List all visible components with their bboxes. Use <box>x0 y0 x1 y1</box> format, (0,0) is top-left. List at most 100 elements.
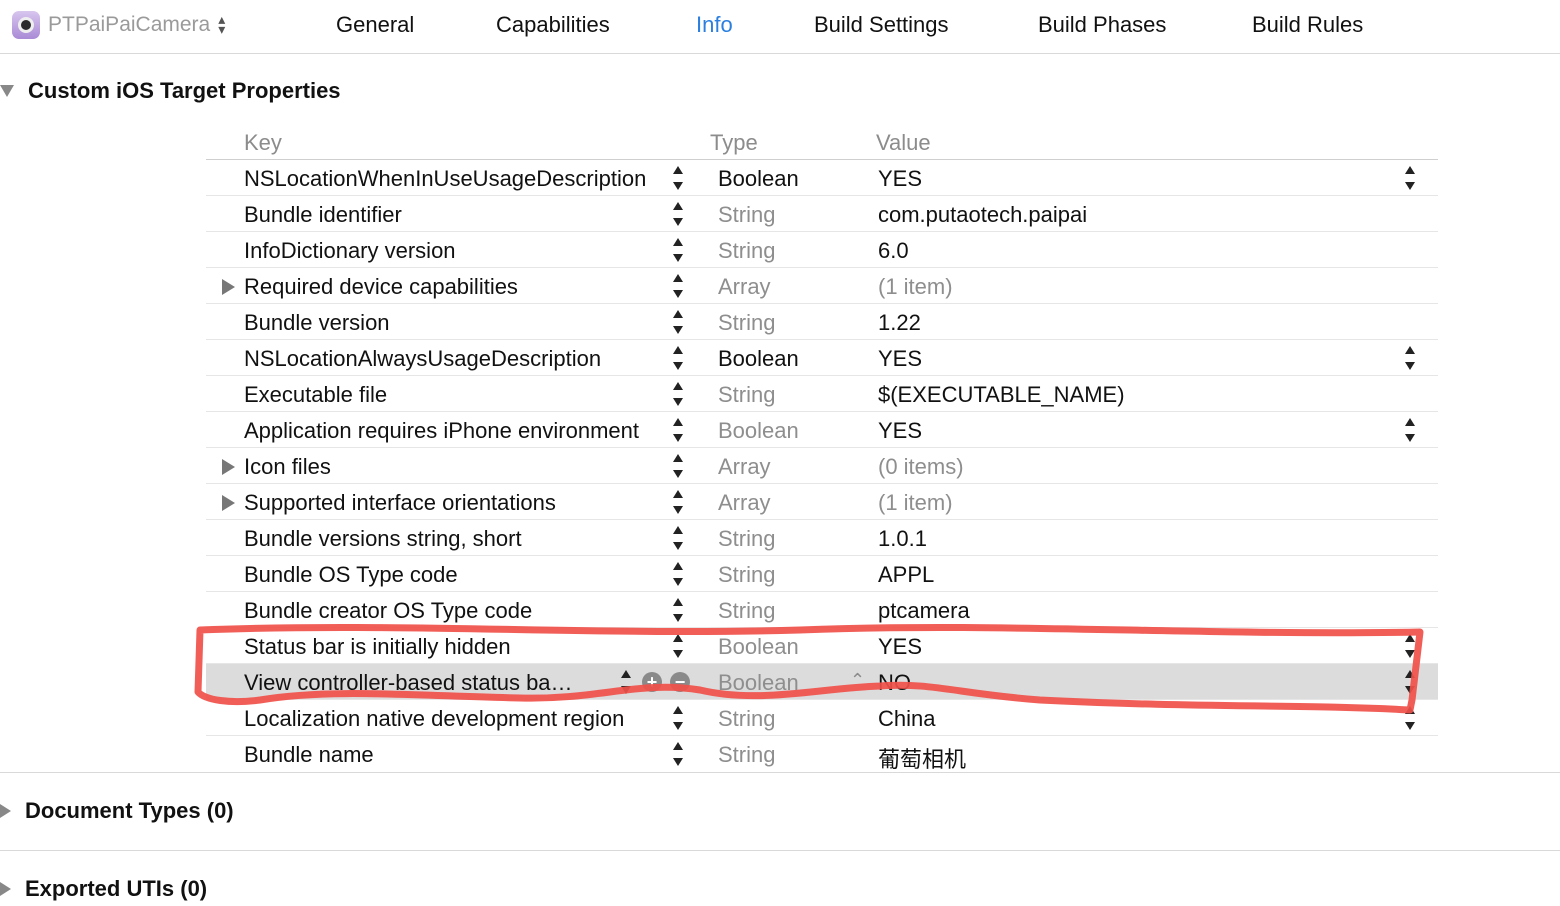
value-stepper-icon[interactable] <box>1404 346 1416 370</box>
row-type: Boolean <box>718 634 799 659</box>
key-stepper-icon[interactable] <box>672 454 684 478</box>
table-row[interactable]: InfoDictionary version String 6.0 <box>206 232 1438 268</box>
row-type: Boolean <box>718 418 799 443</box>
disclosure-open-icon[interactable] <box>0 85 14 97</box>
key-stepper-icon[interactable] <box>672 490 684 514</box>
tab-build-rules[interactable]: Build Rules <box>1252 10 1363 40</box>
disclosure-closed-icon[interactable] <box>222 459 235 475</box>
table-row[interactable]: Localization native development region S… <box>206 700 1438 736</box>
disclosure-closed-icon[interactable] <box>0 804 11 818</box>
table-row[interactable]: Bundle name String 葡萄相机 <box>206 736 1438 772</box>
row-value[interactable]: 1.22 <box>878 310 921 336</box>
section-document-types[interactable]: Document Types (0) <box>0 798 234 824</box>
table-row[interactable]: Bundle version String 1.22 <box>206 304 1438 340</box>
table-row[interactable]: Executable file String $(EXECUTABLE_NAME… <box>206 376 1438 412</box>
disclosure-closed-icon[interactable] <box>222 279 235 295</box>
row-value[interactable]: 葡萄相机 <box>878 742 966 774</box>
section-divider <box>0 850 1560 851</box>
row-value[interactable]: China <box>878 706 935 732</box>
key-stepper-icon[interactable] <box>672 274 684 298</box>
row-key: Localization native development region <box>244 706 625 731</box>
row-value[interactable]: ptcamera <box>878 598 970 624</box>
key-stepper-icon[interactable] <box>672 166 684 190</box>
key-stepper-icon[interactable] <box>672 706 684 730</box>
row-key: Application requires iPhone environment <box>244 418 640 443</box>
value-stepper-icon[interactable] <box>1404 418 1416 442</box>
table-row[interactable]: Icon files Array (0 items) <box>206 448 1438 484</box>
type-popup-chevron-icon[interactable]: ⌃ <box>850 670 865 691</box>
row-type: String <box>718 526 776 551</box>
table-row[interactable]: Supported interface orientations Array (… <box>206 484 1438 520</box>
row-key: Executable file <box>244 382 388 407</box>
table-row[interactable]: Bundle versions string, short String 1.0… <box>206 520 1438 556</box>
section-title: Exported UTIs (0) <box>25 876 208 901</box>
column-key[interactable]: Key <box>244 130 282 156</box>
key-stepper-icon[interactable] <box>672 742 684 766</box>
row-value[interactable]: 1.0.1 <box>878 526 927 552</box>
row-key: NSLocationAlwaysUsageDescription <box>244 346 602 371</box>
row-key: Bundle version <box>244 310 390 335</box>
table-row[interactable]: Bundle OS Type code String APPL <box>206 556 1438 592</box>
section-divider <box>0 772 1560 773</box>
value-stepper-icon[interactable] <box>1404 166 1416 190</box>
row-type[interactable]: Boolean <box>718 670 799 696</box>
disclosure-closed-icon[interactable] <box>222 495 235 511</box>
row-value[interactable]: NO <box>878 670 911 696</box>
key-stepper-icon[interactable] <box>672 598 684 622</box>
column-type[interactable]: Type <box>710 130 758 156</box>
key-stepper-icon[interactable] <box>672 346 684 370</box>
key-stepper-icon[interactable] <box>672 382 684 406</box>
table-row[interactable]: Application requires iPhone environment … <box>206 412 1438 448</box>
key-stepper-icon[interactable] <box>672 526 684 550</box>
section-exported-utis[interactable]: Exported UTIs (0) <box>0 876 207 902</box>
value-stepper-icon[interactable] <box>1404 706 1416 730</box>
row-value[interactable]: APPL <box>878 562 934 588</box>
tab-capabilities[interactable]: Capabilities <box>496 10 610 40</box>
target-name: PTPaiPaiCamera <box>48 13 211 36</box>
value-stepper-icon[interactable] <box>1404 634 1416 658</box>
key-stepper-icon[interactable] <box>672 202 684 226</box>
row-value: (1 item) <box>878 490 953 515</box>
row-type: Boolean <box>718 166 799 191</box>
key-stepper-icon[interactable] <box>672 238 684 262</box>
value-stepper-icon[interactable] <box>1404 670 1416 694</box>
row-value[interactable]: $(EXECUTABLE_NAME) <box>878 382 1125 408</box>
tab-general[interactable]: General <box>336 10 414 40</box>
tab-info[interactable]: Info <box>696 10 733 40</box>
row-key: View controller-based status ba… <box>244 670 573 695</box>
remove-row-button[interactable]: − <box>670 672 690 692</box>
target-selector[interactable]: PTPaiPaiCamera ▴ ▾ <box>12 10 225 40</box>
row-value[interactable]: 6.0 <box>878 238 909 264</box>
row-value[interactable]: YES <box>878 634 922 660</box>
row-key: Required device capabilities <box>244 274 518 299</box>
table-row[interactable]: NSLocationAlwaysUsageDescription Boolean… <box>206 340 1438 376</box>
row-value[interactable]: YES <box>878 418 922 444</box>
table-row[interactable]: NSLocationWhenInUseUsageDescription Bool… <box>206 160 1438 196</box>
row-value: (1 item) <box>878 274 953 299</box>
row-type: String <box>718 202 776 227</box>
key-stepper-icon[interactable] <box>620 670 632 694</box>
row-value[interactable]: com.putaotech.paipai <box>878 202 1087 228</box>
section-title: Document Types (0) <box>25 798 234 823</box>
disclosure-closed-icon[interactable] <box>0 882 11 896</box>
table-row-selected[interactable]: View controller-based status ba… + − Boo… <box>206 664 1438 700</box>
key-stepper-icon[interactable] <box>672 418 684 442</box>
key-stepper-icon[interactable] <box>672 634 684 658</box>
key-stepper-icon[interactable] <box>672 310 684 334</box>
column-value[interactable]: Value <box>876 130 931 156</box>
key-stepper-icon[interactable] <box>672 562 684 586</box>
table-row[interactable]: Bundle identifier String com.putaotech.p… <box>206 196 1438 232</box>
tab-build-phases[interactable]: Build Phases <box>1038 10 1166 40</box>
table-row[interactable]: Bundle creator OS Type code String ptcam… <box>206 592 1438 628</box>
section-custom-properties[interactable]: Custom iOS Target Properties <box>0 78 341 104</box>
table-row[interactable]: Status bar is initially hidden Boolean Y… <box>206 628 1438 664</box>
row-value[interactable]: YES <box>878 346 922 372</box>
row-value[interactable]: YES <box>878 166 922 192</box>
row-type: String <box>718 238 776 263</box>
add-row-button[interactable]: + <box>642 672 662 692</box>
tab-build-settings[interactable]: Build Settings <box>814 10 949 40</box>
table-row[interactable]: Required device capabilities Array (1 it… <box>206 268 1438 304</box>
row-value: (0 items) <box>878 454 964 479</box>
row-type: Array <box>718 454 771 479</box>
table-header: Key Type Value <box>206 124 1438 160</box>
